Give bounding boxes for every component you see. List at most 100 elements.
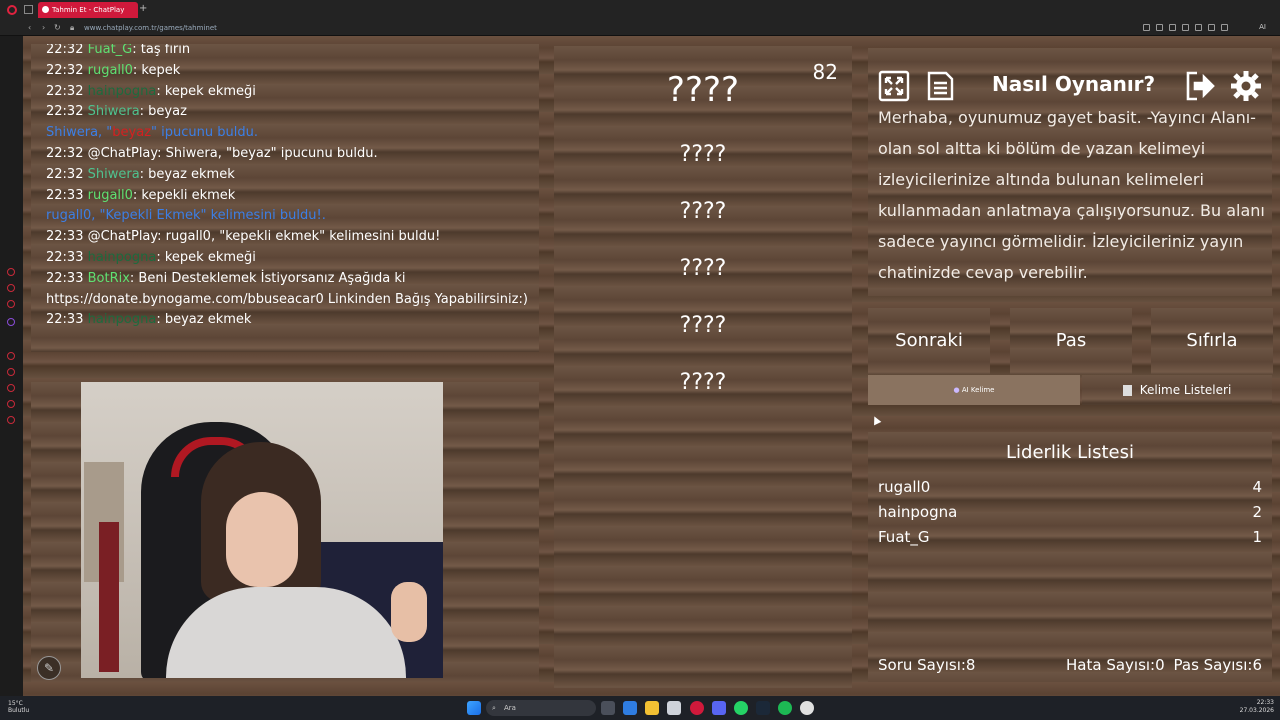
game-page: 22:32 Fuat_G: taş fırın 22:32 rugall0: k… — [23, 36, 1280, 696]
message-author[interactable]: Fuat_G — [88, 44, 133, 57]
fullscreen-icon[interactable] — [878, 70, 910, 102]
message-text: : Beni Desteklemek İstiyorsanız Aşağıda … — [129, 270, 406, 286]
message-author[interactable]: rugall0 — [88, 63, 133, 78]
chatplay-favicon-icon — [42, 6, 49, 13]
sidebar-app-icon[interactable] — [7, 384, 15, 392]
document-icon[interactable] — [924, 70, 956, 102]
snapshot-icon[interactable] — [1156, 24, 1163, 31]
message-author[interactable]: hainpogna — [88, 250, 157, 265]
message-author[interactable]: Shiwera — [88, 104, 140, 119]
extension-icon[interactable] — [1143, 24, 1150, 31]
how-to-play-text: Merhaba, oyunumuz gayet basit. -Yayıncı … — [878, 108, 1265, 282]
message-text: : beyaz — [139, 104, 187, 120]
sidebar-app-icon[interactable] — [7, 400, 15, 408]
twitch-icon[interactable] — [7, 318, 15, 326]
player-name: hainpogna — [878, 503, 958, 521]
forward-icon[interactable]: › — [42, 23, 45, 33]
opera-taskbar-icon[interactable] — [690, 701, 704, 715]
whatsapp-icon[interactable] — [734, 701, 748, 715]
message-author[interactable]: BotRix — [88, 271, 130, 286]
weather-widget[interactable]: 15°C Bulutlu — [8, 700, 29, 714]
discord-icon[interactable] — [712, 701, 726, 715]
message-time: 22:33 — [46, 312, 84, 328]
sidebar-app-icon[interactable] — [7, 352, 15, 360]
forbidden-word: ???? — [679, 256, 727, 281]
chat-message: 22:32 rugall0: kepek — [46, 61, 536, 82]
chat-panel: 22:32 Fuat_G: taş fırın 22:32 rugall0: k… — [31, 44, 539, 352]
pencil-icon[interactable]: ✎ — [37, 656, 61, 680]
sidebar-app-icon[interactable] — [7, 416, 15, 424]
new-tab-button[interactable]: + — [139, 4, 147, 14]
obs-icon[interactable] — [800, 701, 814, 715]
taskbar-clock[interactable]: 22:33 27.03.2026 — [1240, 699, 1274, 715]
task-view-icon[interactable] — [601, 701, 615, 715]
word-lists-button[interactable]: Kelime Listeleri — [1082, 375, 1272, 405]
chat-message: 22:32 Shiwera: beyaz ekmek — [46, 165, 536, 186]
sidebar-app-icon[interactable] — [7, 284, 15, 292]
chat-message-continuation[interactable]: https://donate.bynogame.com/bbuseacar0 L… — [46, 290, 536, 311]
forbidden-word: ???? — [679, 370, 727, 395]
leaderboard-row: hainpogna 2 — [878, 503, 1262, 521]
exit-icon[interactable] — [1184, 70, 1216, 102]
player-score: 2 — [1252, 503, 1262, 521]
message-author[interactable]: hainpogna — [88, 312, 157, 327]
message-time: 22:32 — [46, 104, 84, 120]
ai-word-label: AI Kelime — [961, 386, 995, 394]
wallet-icon[interactable] — [1208, 24, 1215, 31]
spotify-icon[interactable] — [778, 701, 792, 715]
system-message: Shiwera, "beyaz" ipucunu buldu. — [46, 123, 536, 144]
message-author[interactable]: hainpogna — [88, 84, 157, 99]
store-icon[interactable] — [667, 701, 681, 715]
windows-start-icon[interactable] — [467, 701, 481, 715]
message-author[interactable]: rugall0 — [88, 188, 133, 203]
play-icon[interactable] — [1182, 24, 1189, 31]
secret-word: ???? — [666, 70, 740, 110]
forbidden-word: ???? — [679, 142, 727, 167]
robot-icon: ● — [953, 386, 962, 394]
ai-word-button[interactable]: ● AI Kelime — [868, 375, 1080, 405]
question-count: Soru Sayısı:8 — [878, 656, 976, 674]
heart-icon[interactable] — [1169, 24, 1176, 31]
message-text: : beyaz ekmek — [156, 312, 252, 328]
opera-logo-icon[interactable] — [7, 5, 17, 15]
message-text: : kepek — [132, 62, 181, 78]
browser-tab[interactable]: Tahmin Et - ChatPlay — [38, 2, 138, 18]
stats-bar: Soru Sayısı:8 Hata Sayısı:0 Pas Sayısı:6 — [868, 656, 1272, 680]
tabs-icon[interactable] — [24, 5, 33, 14]
sidebar-app-icon[interactable] — [7, 268, 15, 276]
sidebar-app-icon[interactable] — [7, 300, 15, 308]
forbidden-word: ???? — [679, 313, 727, 338]
player-score: 1 — [1252, 528, 1262, 546]
ai-button[interactable]: AI — [1259, 23, 1266, 31]
gear-icon[interactable] — [1230, 70, 1262, 102]
taskbar-search[interactable]: ⌕ Ara — [486, 700, 596, 716]
url-field[interactable]: www.chatplay.com.tr/games/tahminet — [84, 23, 217, 33]
download-icon[interactable] — [1195, 24, 1202, 31]
message-text: : kepek ekmeği — [156, 83, 256, 99]
easy-setup-icon[interactable] — [1221, 24, 1228, 31]
sidebar-app-icon[interactable] — [7, 368, 15, 376]
message-time: 22:32 — [46, 83, 84, 99]
webcam-video — [81, 382, 443, 678]
chat-message: 22:33 @ChatPlay: rugall0, "kepekli ekmek… — [46, 229, 441, 245]
chat-message: 22:32 hainpogna: kepek ekmeği — [46, 82, 536, 103]
message-text: : kepekli ekmek — [132, 187, 236, 203]
webcam-scene — [391, 582, 427, 642]
search-icon: ⌕ — [492, 704, 496, 712]
back-icon[interactable]: ‹ — [28, 23, 31, 33]
message-author[interactable]: Shiwera — [88, 167, 140, 182]
next-button[interactable]: Sonraki — [868, 308, 990, 374]
chat-message: 22:32 @ChatPlay: Shiwera, "beyaz" ipucun… — [46, 145, 378, 161]
reset-button[interactable]: Sıfırla — [1151, 308, 1273, 374]
leaderboard-panel: Liderlik Listesi rugall0 4 hainpogna 2 Fua… — [868, 432, 1272, 682]
leaderboard-row: rugall0 4 — [878, 478, 1262, 496]
pass-button[interactable]: Pas — [1010, 308, 1132, 374]
reload-icon[interactable]: ↻ — [54, 23, 61, 33]
how-to-play-panel: Nasıl Oynanır? Merhaba, oyunumuz gayet b… — [868, 48, 1272, 296]
word-lists-label: Kelime Listeleri — [1139, 383, 1232, 397]
file-explorer-icon[interactable] — [645, 701, 659, 715]
search-label: Ara — [504, 704, 516, 712]
edge-icon[interactable] — [623, 701, 637, 715]
message-time: 22:32 — [46, 166, 84, 182]
steam-icon[interactable] — [756, 701, 770, 715]
